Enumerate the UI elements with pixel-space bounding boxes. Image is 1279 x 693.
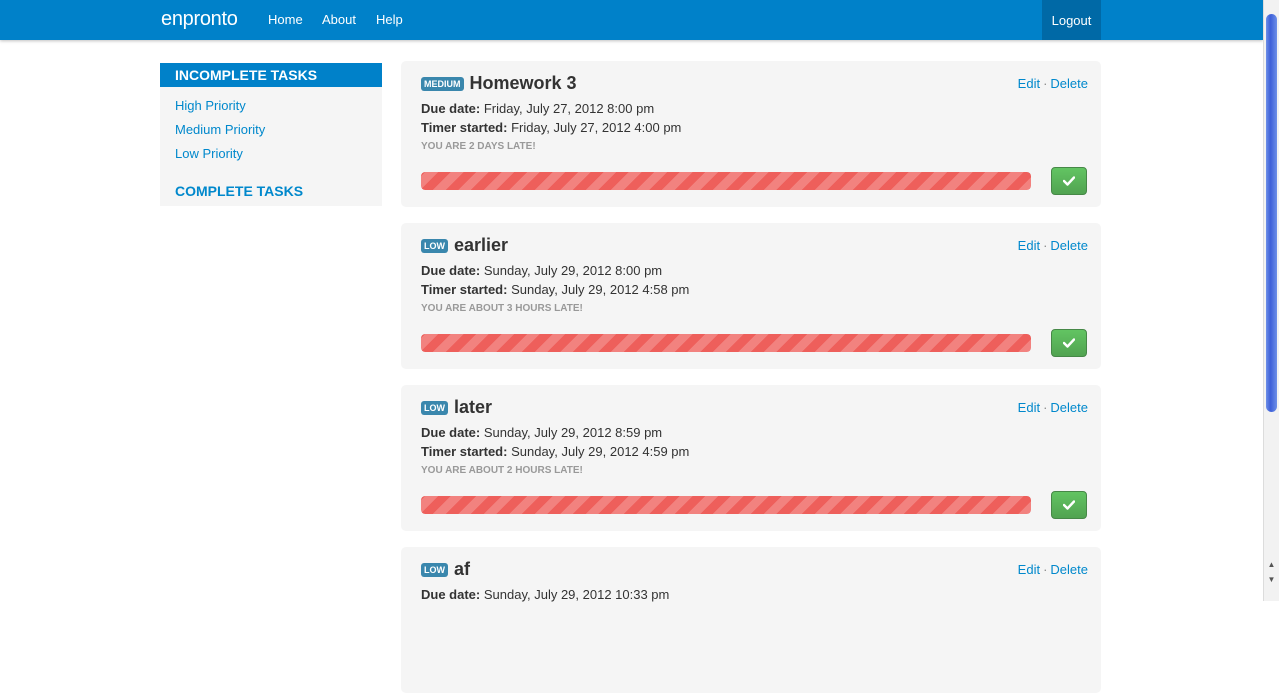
progress-bar <box>421 496 1031 514</box>
timer-started: Timer started: Friday, July 27, 2012 4:0… <box>421 120 681 135</box>
due-date-value: Sunday, July 29, 2012 10:33 pm <box>483 587 670 602</box>
check-icon <box>1063 176 1075 186</box>
scroll-up-arrow-icon[interactable]: ▲ <box>1264 557 1279 571</box>
late-notice: YOU ARE ABOUT 3 HOURS LATE! <box>421 303 583 314</box>
mark-complete-button[interactable] <box>1051 491 1087 519</box>
progress-track <box>421 496 1031 514</box>
progress-track <box>421 334 1031 352</box>
edit-link[interactable]: Edit <box>1018 562 1040 577</box>
sidebar-item-low-priority[interactable]: Low Priority <box>175 146 243 161</box>
task-card: LOW af Edit · Delete Due date: Sunday, Jul… <box>401 547 1101 693</box>
due-date-value: Sunday, July 29, 2012 8:00 pm <box>483 263 663 278</box>
mark-complete-button[interactable] <box>1051 167 1087 195</box>
check-icon <box>1063 500 1075 510</box>
timer-started-label: Timer started: <box>421 444 508 459</box>
progress-bar <box>421 172 1031 190</box>
sidebar-item-medium-priority[interactable]: Medium Priority <box>175 122 265 137</box>
task-actions: Edit · Delete <box>1018 562 1088 577</box>
due-date-label: Due date: <box>421 101 481 116</box>
task-title-row: LOW earlier <box>421 235 508 256</box>
due-date-label: Due date: <box>421 425 481 440</box>
due-date-value: Friday, July 27, 2012 8:00 pm <box>483 101 655 116</box>
incomplete-tasks-header[interactable]: INCOMPLETE TASKS <box>160 63 382 87</box>
task-card: LOW earlier Edit · Delete Due date: Sunday… <box>401 223 1101 369</box>
progress-track <box>421 172 1031 190</box>
priority-badge: MEDIUM <box>421 76 464 91</box>
timer-started-label: Timer started: <box>421 282 508 297</box>
task-card: MEDIUM Homework 3 Edit · Delete Due date: … <box>401 61 1101 207</box>
priority-badge: LOW <box>421 562 448 577</box>
vertical-scrollbar[interactable]: ▲ ▼ <box>1263 0 1279 601</box>
timer-started-label: Timer started: <box>421 120 508 135</box>
delete-link[interactable]: Delete <box>1050 400 1088 415</box>
task-title-row: LOW af <box>421 559 470 580</box>
late-notice: YOU ARE ABOUT 2 HOURS LATE! <box>421 465 583 476</box>
due-date-label: Due date: <box>421 263 481 278</box>
task-actions: Edit · Delete <box>1018 76 1088 91</box>
due-date: Due date: Sunday, July 29, 2012 8:00 pm <box>421 263 662 278</box>
nav-about-link[interactable]: About <box>322 12 356 27</box>
priority-badge: LOW <box>421 400 448 415</box>
check-icon <box>1063 338 1075 348</box>
delete-link[interactable]: Delete <box>1050 238 1088 253</box>
action-separator: · <box>1043 400 1048 415</box>
scroll-down-arrow-icon[interactable]: ▼ <box>1264 572 1279 586</box>
task-title: later <box>454 397 493 417</box>
task-title: earlier <box>454 235 509 255</box>
progress-bar <box>421 334 1031 352</box>
task-title: af <box>454 559 471 579</box>
task-actions: Edit · Delete <box>1018 400 1088 415</box>
nav-home-link[interactable]: Home <box>268 12 303 27</box>
mark-complete-button[interactable] <box>1051 329 1087 357</box>
top-navbar: enpronto Home About Help Logout <box>0 0 1263 40</box>
timer-started: Timer started: Sunday, July 29, 2012 4:5… <box>421 282 689 297</box>
task-card: LOW later Edit · Delete Due date: Sunday, … <box>401 385 1101 531</box>
complete-tasks-link[interactable]: COMPLETE TASKS <box>175 183 303 199</box>
edit-link[interactable]: Edit <box>1018 238 1040 253</box>
due-date-value: Sunday, July 29, 2012 8:59 pm <box>483 425 663 440</box>
task-title-row: LOW later <box>421 397 492 418</box>
task-actions: Edit · Delete <box>1018 238 1088 253</box>
timer-started-value: Sunday, July 29, 2012 4:59 pm <box>511 444 690 459</box>
edit-link[interactable]: Edit <box>1018 76 1040 91</box>
brand-logo[interactable]: enpronto <box>161 8 238 31</box>
delete-link[interactable]: Delete <box>1050 76 1088 91</box>
sidebar-item-high-priority[interactable]: High Priority <box>175 98 246 113</box>
due-date-label: Due date: <box>421 587 481 602</box>
due-date: Due date: Friday, July 27, 2012 8:00 pm <box>421 101 654 116</box>
timer-started-value: Sunday, July 29, 2012 4:58 pm <box>511 282 690 297</box>
due-date: Due date: Sunday, July 29, 2012 8:59 pm <box>421 425 662 440</box>
sidebar: INCOMPLETE TASKS High Priority Medium Pr… <box>160 63 382 206</box>
task-title: Homework 3 <box>469 73 577 93</box>
nav-help-link[interactable]: Help <box>376 12 403 27</box>
action-separator: · <box>1043 76 1048 91</box>
late-notice: YOU ARE 2 DAYS LATE! <box>421 141 536 152</box>
action-separator: · <box>1043 238 1048 253</box>
delete-link[interactable]: Delete <box>1050 562 1088 577</box>
scrollbar-thumb[interactable] <box>1266 14 1277 412</box>
priority-badge: LOW <box>421 238 448 253</box>
due-date: Due date: Sunday, July 29, 2012 10:33 pm <box>421 587 669 602</box>
edit-link[interactable]: Edit <box>1018 400 1040 415</box>
action-separator: · <box>1043 562 1048 577</box>
timer-started-value: Friday, July 27, 2012 4:00 pm <box>511 120 682 135</box>
task-title-row: MEDIUM Homework 3 <box>421 73 577 94</box>
timer-started: Timer started: Sunday, July 29, 2012 4:5… <box>421 444 689 459</box>
logout-button[interactable]: Logout <box>1042 0 1101 40</box>
